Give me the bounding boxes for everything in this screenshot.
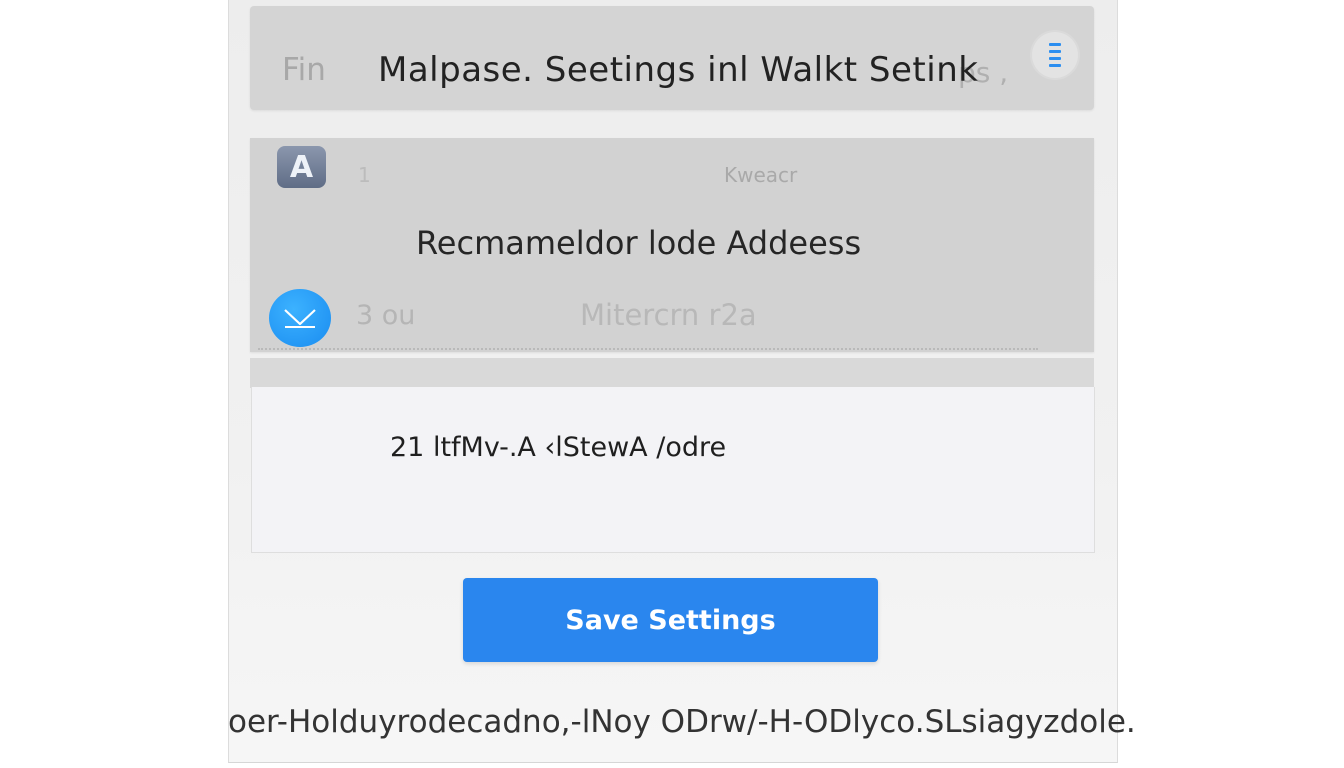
title-ghost-left: Fin (282, 52, 326, 88)
address-field-value[interactable]: 21 ltfMv-.A ‹lStewA /odre (390, 432, 726, 463)
card-faded-mid: Mitercrn r2a (580, 298, 757, 332)
card-faded-label: Kweacr (724, 163, 798, 187)
card-faded-number: 1 (358, 163, 371, 187)
page-title: Malpase. Seetings inl Walkt Setink (378, 50, 979, 90)
mail-icon[interactable] (269, 289, 331, 347)
section-band (250, 358, 1094, 388)
hamburger-menu-icon (1049, 41, 1061, 69)
save-settings-button[interactable]: Save Settings (463, 578, 878, 662)
menu-button[interactable] (1032, 32, 1078, 78)
envelope-icon (284, 309, 316, 328)
dotted-divider (258, 348, 1038, 350)
card-faded-left: 3 ou (356, 300, 416, 331)
card-heading: Recmameldor lode Addeess (416, 224, 862, 262)
footer-note: oer-Holduyrodecadno,-lNoy ODrw/-H-ODlyco… (228, 704, 1136, 740)
input-card[interactable] (251, 387, 1095, 553)
app-icon[interactable]: A (277, 146, 326, 188)
